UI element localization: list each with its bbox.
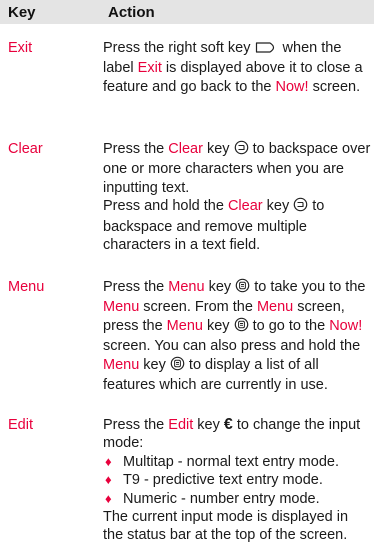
highlight-menu: Menu bbox=[256, 299, 294, 316]
highlight-edit: Edit bbox=[168, 417, 194, 433]
text-segment: Press and hold the bbox=[103, 198, 228, 215]
text-segment: key bbox=[262, 198, 294, 215]
list-item-text: T9 - predictive text entry mode. bbox=[123, 472, 323, 489]
clear-key-icon bbox=[293, 197, 308, 217]
key-label-edit: Edit bbox=[8, 417, 33, 433]
text-segment: Press the bbox=[103, 141, 169, 157]
text-segment: key bbox=[139, 356, 170, 373]
key-label-exit: Exit bbox=[8, 40, 33, 56]
menu-key-icon bbox=[234, 317, 249, 337]
text-segment: Press the bbox=[103, 279, 169, 295]
table-header: Key Action bbox=[0, 0, 374, 24]
highlight-menu: Menu bbox=[103, 356, 140, 373]
text-segment: to take you to the bbox=[250, 279, 366, 295]
action-description-exit: Press the right soft key when the label … bbox=[103, 39, 371, 96]
list-item: ♦ Numeric - number entry mode. bbox=[103, 490, 371, 508]
menu-key-icon bbox=[170, 356, 185, 376]
text-segment: Press the bbox=[103, 417, 169, 433]
text-segment: screen. You can also press and hold the bbox=[103, 338, 361, 355]
text-segment: to go to the bbox=[248, 317, 330, 334]
diamond-bullet-icon: ♦ bbox=[105, 490, 112, 506]
text-segment: key bbox=[202, 141, 234, 157]
list-item: ♦ T9 - predictive text entry mode. bbox=[103, 471, 371, 489]
key-label-menu: Menu bbox=[8, 279, 45, 295]
list-item-text: Multitap - normal text entry mode. bbox=[123, 453, 339, 470]
action-description-menu: Press the Menu key to take you to the Me… bbox=[103, 278, 371, 394]
column-header-action: Action bbox=[108, 4, 155, 21]
highlight-clear: Clear bbox=[227, 198, 263, 215]
highlight-menu: Menu bbox=[166, 317, 203, 334]
list-item-text: Numeric - number entry mode. bbox=[123, 490, 320, 507]
text-segment: screen. bbox=[308, 78, 361, 95]
text-segment: Press the right soft key bbox=[103, 40, 255, 56]
status-note: The current input mode is displayed in t… bbox=[103, 509, 349, 544]
text-segment: key bbox=[202, 317, 234, 334]
highlight-now: Now! bbox=[275, 78, 309, 95]
clear-key-icon bbox=[234, 140, 249, 160]
diamond-bullet-icon: ♦ bbox=[105, 453, 112, 469]
highlight-clear: Clear bbox=[168, 141, 203, 157]
menu-key-icon bbox=[235, 278, 250, 298]
input-mode-list: ♦ Multitap - normal text entry mode. ♦ T9 … bbox=[103, 453, 371, 508]
text-segment: key bbox=[204, 279, 236, 295]
list-item: ♦ Multitap - normal text entry mode. bbox=[103, 453, 371, 471]
action-description-edit: Press the Edit key € to change the input… bbox=[103, 416, 371, 545]
key-label-clear: Clear bbox=[8, 141, 43, 157]
column-header-key: Key bbox=[8, 4, 36, 21]
edit-key-icon: € bbox=[223, 416, 233, 433]
right-soft-key-icon bbox=[255, 41, 279, 59]
text-segment: screen. From the bbox=[139, 299, 257, 316]
text-segment: key bbox=[193, 417, 224, 433]
highlight-now: Now! bbox=[329, 317, 363, 334]
diamond-bullet-icon: ♦ bbox=[105, 472, 112, 488]
highlight-exit: Exit bbox=[137, 60, 162, 77]
highlight-menu: Menu bbox=[103, 299, 140, 316]
action-description-clear: Press the Clear key to backspace over on… bbox=[103, 140, 371, 254]
highlight-menu: Menu bbox=[168, 279, 205, 295]
